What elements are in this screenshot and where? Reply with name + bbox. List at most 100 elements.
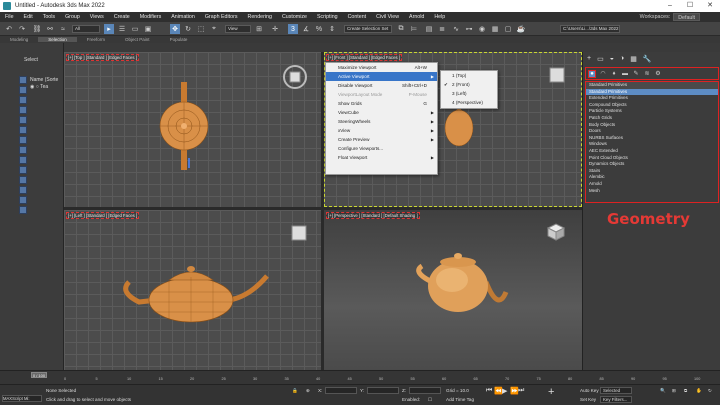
list-item[interactable]: Point Cloud Objects bbox=[586, 155, 718, 162]
list-item[interactable]: Compound Objects bbox=[586, 102, 718, 109]
list-item[interactable]: Extended Primitives bbox=[586, 95, 718, 102]
place-icon[interactable]: ⌖ bbox=[209, 24, 219, 34]
menu-item-steeringwheels[interactable]: SteeringWheels ▶ bbox=[326, 117, 437, 126]
geometry-icon[interactable]: ● bbox=[588, 69, 596, 78]
bind-space-warp-icon[interactable]: ≈ bbox=[58, 24, 68, 34]
absolute-mode-icon[interactable]: ⊕ bbox=[306, 388, 310, 394]
z-coordinate-field[interactable] bbox=[409, 387, 441, 394]
ribbon-tab-freeform[interactable]: Freeform bbox=[77, 37, 115, 42]
select-and-rotate-icon[interactable]: ↻ bbox=[183, 24, 193, 34]
menu-content[interactable]: Content bbox=[343, 14, 372, 20]
menu-help[interactable]: Help bbox=[429, 14, 450, 20]
viewcube-icon[interactable] bbox=[542, 220, 568, 248]
menu-views[interactable]: Views bbox=[85, 14, 109, 20]
menu-create[interactable]: Create bbox=[109, 14, 135, 20]
zoom-all-icon[interactable]: ⊞ bbox=[672, 388, 676, 394]
display-spacewarps-icon[interactable] bbox=[19, 146, 27, 154]
display-lights-icon[interactable] bbox=[19, 116, 27, 124]
align-icon[interactable]: ⊨ bbox=[409, 24, 419, 34]
menu-item-disable-viewport[interactable]: Disable Viewport Shift+Ctrl+D bbox=[326, 81, 437, 90]
list-item[interactable]: AEC Extended bbox=[586, 148, 718, 155]
viewport-label[interactable]: [+] [Perspective ] [Standard ] [Default … bbox=[326, 212, 420, 219]
maximize-button[interactable]: ☐ bbox=[680, 0, 700, 12]
ribbon-tab-modeling[interactable]: Modeling bbox=[0, 37, 38, 42]
viewport-label[interactable]: [+] [Top ] [Standard ] [Edged Faces ] bbox=[66, 54, 139, 61]
viewcube-icon[interactable] bbox=[282, 64, 308, 92]
display-containers-icon[interactable] bbox=[19, 186, 27, 194]
display-geometry-icon[interactable] bbox=[19, 96, 27, 104]
display-cameras-icon[interactable] bbox=[19, 126, 27, 134]
go-to-start-icon[interactable]: ⏮ bbox=[486, 387, 492, 395]
redo-icon[interactable]: ↷ bbox=[17, 24, 27, 34]
utilities-tab-icon[interactable]: 🔧 bbox=[643, 55, 652, 63]
display-groups-icon[interactable] bbox=[19, 156, 27, 164]
unlink-icon[interactable]: ⚯ bbox=[45, 24, 55, 34]
ribbon-tab-selection[interactable]: Selection bbox=[38, 37, 77, 42]
set-key-button[interactable]: Set Key bbox=[580, 397, 596, 402]
submenu-item-left[interactable]: 3 (Left) bbox=[441, 89, 497, 98]
display-xrefs-icon[interactable] bbox=[19, 166, 27, 174]
percent-snap-icon[interactable]: % bbox=[314, 24, 324, 34]
curve-editor-icon[interactable]: ∿ bbox=[451, 24, 461, 34]
zoom-extents-icon[interactable]: ⧉ bbox=[684, 388, 687, 393]
menu-item-active-viewport[interactable]: Active Viewport ▶ bbox=[326, 72, 437, 81]
select-manipulate-icon[interactable]: ✛ bbox=[270, 24, 280, 34]
display-none-icon[interactable] bbox=[19, 76, 27, 84]
menu-civil-view[interactable]: Civil View bbox=[371, 14, 404, 20]
display-hidden-icon[interactable] bbox=[19, 206, 27, 214]
close-button[interactable]: ✕ bbox=[700, 0, 720, 12]
pan-icon[interactable]: ✋ bbox=[696, 388, 702, 394]
list-item[interactable]: Patch Grids bbox=[586, 115, 718, 122]
window-crossing-icon[interactable]: ▣ bbox=[143, 24, 153, 34]
scene-explorer-icon[interactable]: ▤ bbox=[424, 24, 434, 34]
menu-item-maximize-viewport[interactable]: Maximize Viewport Alt+W bbox=[326, 63, 437, 72]
menu-item-show-grids[interactable]: Show Grids G bbox=[326, 99, 437, 108]
select-menu-label[interactable]: Select bbox=[24, 57, 38, 63]
list-item[interactable]: Stairs bbox=[586, 168, 718, 175]
create-tab-icon[interactable]: + bbox=[587, 55, 591, 63]
minimize-button[interactable]: – bbox=[660, 0, 680, 12]
key-filters-button[interactable]: Key Filters... bbox=[600, 396, 632, 403]
select-and-move-icon[interactable]: ✥ bbox=[170, 24, 180, 34]
list-item[interactable]: Alembic bbox=[586, 174, 718, 181]
lock-selection-icon[interactable]: 🔒 bbox=[292, 388, 298, 394]
project-path-dropdown[interactable]: C:\Users\Li...\3ds Max 2022 bbox=[560, 25, 620, 33]
viewport-label[interactable]: [+] [Front ] [Standard ] [Edged Faces ] bbox=[326, 54, 403, 61]
menu-tools[interactable]: Tools bbox=[38, 14, 60, 20]
rectangular-selection-icon[interactable]: ▭ bbox=[130, 24, 140, 34]
add-time-tag[interactable]: Add Time Tag bbox=[446, 397, 474, 402]
menu-group[interactable]: Group bbox=[60, 14, 85, 20]
list-item[interactable]: NURBS Surfaces bbox=[586, 135, 718, 142]
motion-tab-icon[interactable]: ◑ bbox=[620, 55, 624, 63]
list-item[interactable]: Particle Systems bbox=[586, 108, 718, 115]
menu-item-viewcube[interactable]: ViewCube ▶ bbox=[326, 108, 437, 117]
link-icon[interactable]: ⛓ bbox=[32, 24, 42, 34]
pivot-center-icon[interactable]: ⊞ bbox=[254, 24, 264, 34]
selection-filter-dropdown[interactable]: All bbox=[72, 25, 100, 33]
submenu-item-top[interactable]: 1 (Top) bbox=[441, 71, 497, 80]
display-bones-icon[interactable] bbox=[19, 176, 27, 184]
menu-customize[interactable]: Customize bbox=[277, 14, 312, 20]
display-all-icon[interactable] bbox=[19, 86, 27, 94]
list-item[interactable]: Standard Primitives bbox=[586, 88, 718, 96]
mirror-icon[interactable]: ⧉ bbox=[396, 24, 406, 34]
x-coordinate-field[interactable] bbox=[325, 387, 357, 394]
helpers-icon[interactable]: ✎ bbox=[632, 70, 640, 78]
list-item[interactable]: Body Objects bbox=[586, 122, 718, 129]
menu-item-create-preview[interactable]: Create Preview ▶ bbox=[326, 135, 437, 144]
viewport-left[interactable]: [+] [Left ] [Standard ] [Edged Faces ] bbox=[64, 210, 321, 372]
menu-item-xview[interactable]: xView ▶ bbox=[326, 126, 437, 135]
workspaces-dropdown[interactable]: Default bbox=[673, 13, 700, 21]
layer-explorer-icon[interactable]: ≣ bbox=[437, 24, 447, 34]
zoom-icon[interactable]: 🔍 bbox=[660, 388, 666, 394]
go-to-end-icon[interactable]: ⏭ bbox=[518, 387, 524, 395]
display-frozen-icon[interactable] bbox=[19, 196, 27, 204]
select-and-scale-icon[interactable]: ⬚ bbox=[196, 24, 206, 34]
snaps-toggle-icon[interactable]: 3 bbox=[288, 24, 298, 34]
systems-icon[interactable]: ⚙ bbox=[654, 70, 662, 78]
menu-item-configure-viewports[interactable]: Configure Viewports... bbox=[326, 144, 437, 153]
list-item[interactable]: Windows bbox=[586, 141, 718, 148]
shapes-icon[interactable]: ◠ bbox=[599, 70, 607, 78]
viewport-perspective[interactable]: [+] [Perspective ] [Standard ] [Default … bbox=[324, 210, 582, 372]
angle-snap-icon[interactable]: ∡ bbox=[301, 24, 311, 34]
